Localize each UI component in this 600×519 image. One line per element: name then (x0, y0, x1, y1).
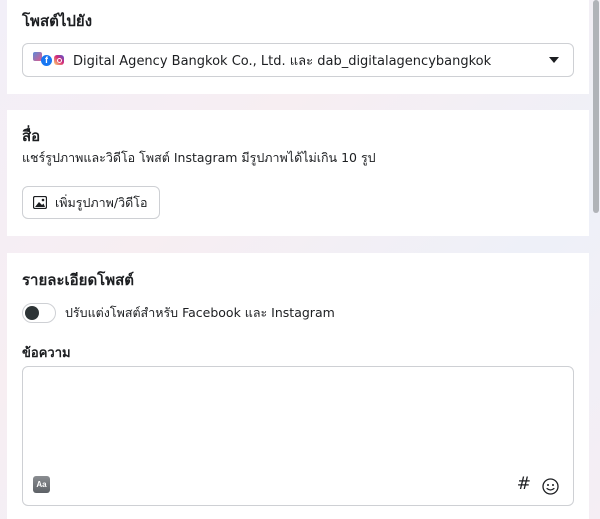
add-photo-video-button[interactable]: เพิ่มรูปภาพ/วิดีโอ (22, 186, 161, 219)
post-to-title: โพสต์ไปยัง (22, 12, 93, 30)
scrollbar[interactable] (592, 0, 600, 519)
account-dropdown-value: Digital Agency Bangkok Co., Ltd. และ dab… (73, 53, 492, 69)
text-format-icon[interactable]: Aa (33, 476, 50, 493)
facebook-icon: f (41, 55, 52, 66)
instagram-icon (54, 55, 64, 65)
customize-toggle[interactable] (22, 303, 56, 323)
photo-icon (33, 196, 47, 209)
customize-toggle-row: ปรับแต่งโพสต์สำหรับ Facebook และ Instagr… (22, 303, 335, 323)
add-photo-video-label: เพิ่มรูปภาพ/วิดีโอ (55, 194, 148, 210)
account-dropdown[interactable]: f Digital Agency Bangkok Co., Ltd. และ d… (22, 43, 574, 77)
customize-toggle-label: ปรับแต่งโพสต์สำหรับ Facebook และ Instagr… (65, 305, 335, 320)
post-details-title: รายละเอียดโพสต์ (22, 271, 135, 289)
media-card: สื่อ แชร์รูปภาพและวิดีโอ โพสต์ Instagram… (7, 110, 589, 236)
hashtag-icon[interactable]: # (517, 474, 531, 494)
caret-down-icon (549, 57, 559, 63)
emoji-icon[interactable] (542, 478, 559, 495)
message-label: ข้อความ (22, 346, 71, 361)
scrollbar-thumb[interactable] (593, 0, 599, 213)
post-to-card: โพสต์ไปยัง f Digital Agency Bangkok Co.,… (7, 0, 589, 94)
message-textarea[interactable]: Aa # (22, 366, 574, 506)
media-subtitle: แชร์รูปภาพและวิดีโอ โพสต์ Instagram มีรู… (22, 150, 376, 165)
platform-icons: f (33, 50, 67, 70)
media-title: สื่อ (22, 127, 41, 145)
post-details-card: รายละเอียดโพสต์ ปรับแต่งโพสต์สำหรับ Face… (7, 253, 589, 519)
toggle-knob (25, 306, 39, 320)
